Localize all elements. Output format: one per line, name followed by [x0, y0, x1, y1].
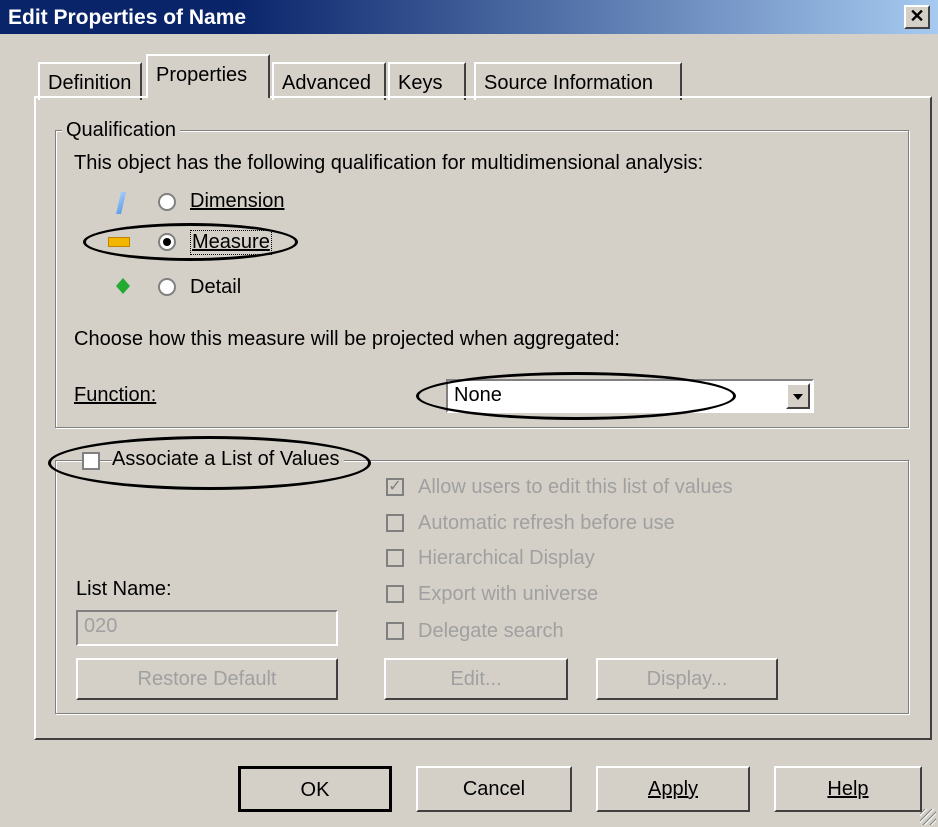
measure-radio[interactable] [158, 233, 176, 251]
delegate-search-label: Delegate search [418, 620, 564, 642]
function-label: Function: [74, 384, 157, 406]
help-button[interactable]: Help [774, 766, 922, 812]
tab-source-information[interactable]: Source Information [474, 62, 682, 100]
cancel-button[interactable]: Cancel [416, 766, 572, 812]
display-button[interactable]: Display... [596, 658, 778, 700]
auto-refresh-label: Automatic refresh before use [418, 512, 675, 534]
dimension-radio[interactable] [158, 193, 176, 211]
edit-button[interactable]: Edit... [384, 658, 568, 700]
auto-refresh-checkbox[interactable] [386, 514, 404, 532]
dimension-label[interactable]: Dimension [190, 190, 284, 213]
measure-label[interactable]: Measure [190, 230, 272, 255]
apply-button[interactable]: Apply [596, 766, 750, 812]
hierarchical-display-checkbox[interactable] [386, 549, 404, 567]
export-universe-checkbox[interactable] [386, 585, 404, 603]
chevron-down-icon[interactable] [786, 383, 810, 409]
restore-default-button[interactable]: Restore Default [76, 658, 338, 700]
aggregation-text: Choose how this measure will be projecte… [74, 328, 620, 350]
tab-keys[interactable]: Keys [388, 62, 466, 100]
qualification-legend: Qualification [62, 119, 181, 142]
export-universe-label: Export with universe [418, 583, 599, 605]
allow-edit-checkbox[interactable]: ✓ [386, 478, 404, 496]
hierarchical-display-label: Hierarchical Display [418, 547, 595, 569]
window-title: Edit Properties of Name [8, 6, 247, 29]
title-bar: Edit Properties of Name ✕ [0, 0, 938, 34]
tab-properties[interactable]: Properties [146, 54, 270, 98]
close-button[interactable]: ✕ [904, 5, 930, 29]
tab-advanced[interactable]: Advanced [272, 62, 386, 100]
associate-lov-label[interactable]: Associate a List of Values [112, 448, 344, 471]
function-select[interactable]: None [446, 379, 814, 413]
ok-button[interactable]: OK [238, 766, 392, 812]
resize-grip-icon[interactable] [920, 809, 936, 825]
allow-edit-label: Allow users to edit this list of values [418, 476, 733, 498]
function-value: None [454, 384, 502, 406]
tab-definition[interactable]: Definition [38, 62, 142, 100]
detail-radio[interactable] [158, 278, 176, 296]
list-name-input[interactable]: 020 [76, 610, 338, 646]
measure-icon [108, 237, 130, 247]
delegate-search-checkbox[interactable] [386, 622, 404, 640]
detail-label[interactable]: Detail [190, 276, 241, 299]
qualification-description: This object has the following qualificat… [74, 152, 704, 174]
list-name-label: List Name: [76, 578, 172, 600]
associate-lov-checkbox[interactable] [82, 452, 100, 470]
